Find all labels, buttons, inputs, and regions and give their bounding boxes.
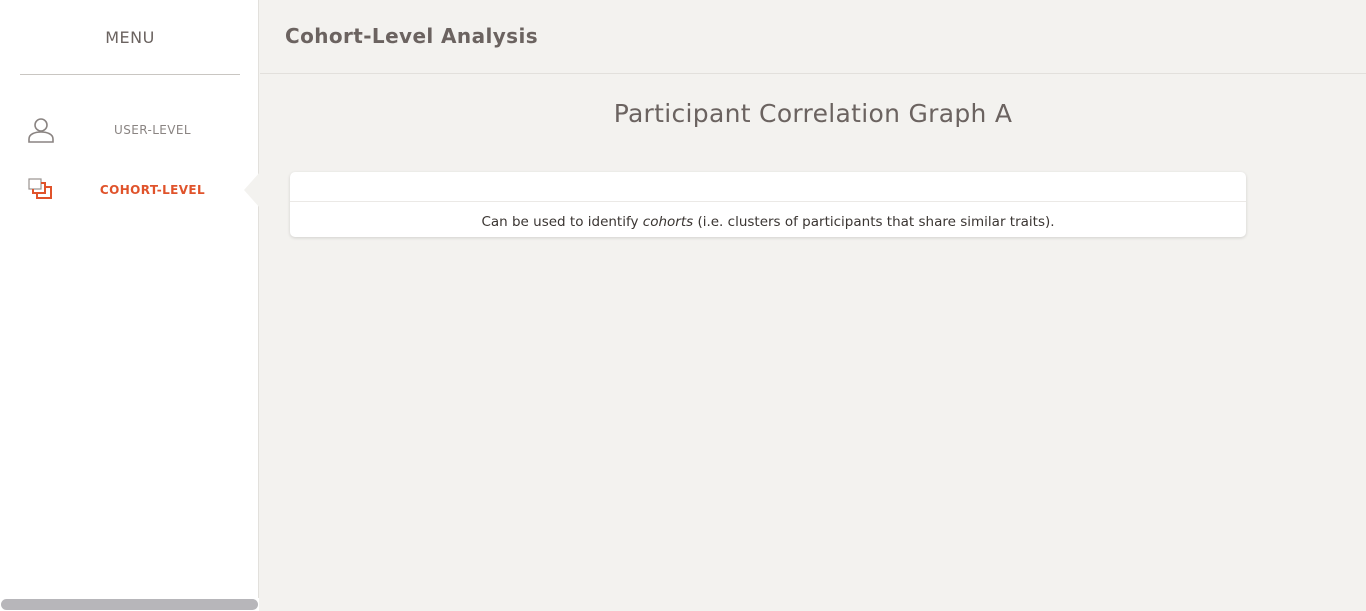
graph-title: Participant Correlation Graph A (613, 99, 1013, 128)
sidebar-item-label: COHORT-LEVEL (99, 183, 206, 197)
scrollbar-thumb[interactable] (1, 599, 258, 610)
header: Cohort-Level Analysis (260, 0, 1366, 74)
page-title: Cohort-Level Analysis (285, 24, 539, 48)
card-description: Can be used to identify cohorts (i.e. cl… (290, 202, 1246, 242)
sidebar: MENU USER-LEVEL COHORT-LEVEL (0, 0, 260, 611)
active-indicator (244, 172, 260, 208)
description-emphasis: cohorts (642, 214, 694, 230)
card-header (290, 172, 1246, 202)
description-text-end: (i.e. clusters of participants that shar… (693, 214, 1055, 230)
user-icon (27, 116, 55, 144)
graph-card: Can be used to identify cohorts (i.e. cl… (290, 172, 1246, 237)
sidebar-item-label: USER-LEVEL (114, 123, 191, 137)
menu-title: MENU (20, 0, 240, 75)
sidebar-item-cohort-level[interactable]: COHORT-LEVEL (0, 170, 259, 210)
horizontal-scrollbar[interactable] (0, 598, 259, 611)
sidebar-item-user-level[interactable]: USER-LEVEL (0, 110, 259, 150)
description-text: Can be used to identify (481, 214, 643, 230)
cohort-icon (27, 176, 55, 204)
